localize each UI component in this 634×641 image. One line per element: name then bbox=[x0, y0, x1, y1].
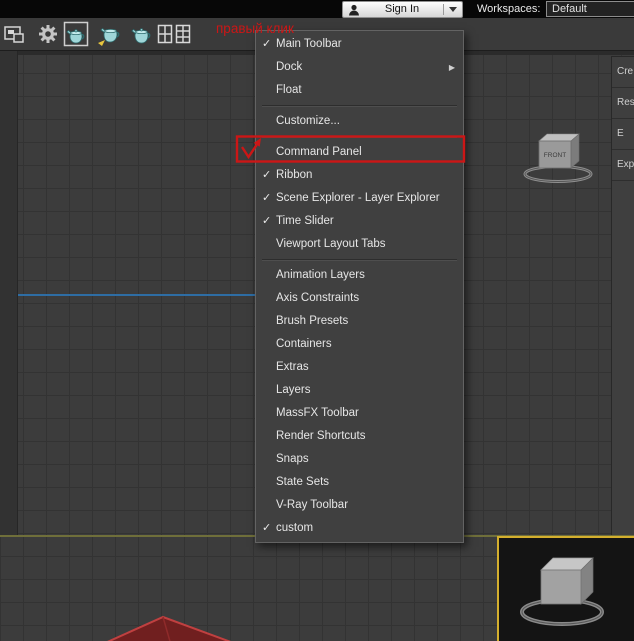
menu-item-massfx-toolbar[interactable]: MassFX Toolbar bbox=[256, 402, 463, 425]
menu-item-label: Layers bbox=[276, 384, 311, 396]
checkmark-icon: ✓ bbox=[262, 164, 271, 187]
panel-rollout[interactable]: E bbox=[612, 119, 634, 150]
layout-grid-icon-2[interactable] bbox=[174, 21, 192, 47]
menu-item-extras[interactable]: Extras bbox=[256, 356, 463, 379]
menu-item-label: State Sets bbox=[276, 476, 329, 488]
panel-rollout[interactable]: Cre bbox=[612, 57, 634, 88]
front-viewcube[interactable]: FRONT bbox=[518, 130, 598, 184]
menu-item-label: Scene Explorer - Layer Explorer bbox=[276, 192, 440, 204]
viewcube[interactable] bbox=[515, 546, 619, 638]
menu-item-label: Time Slider bbox=[276, 215, 334, 227]
menu-item-vray-toolbar[interactable]: V-Ray Toolbar bbox=[256, 494, 463, 517]
menu-item-label: Axis Constraints bbox=[276, 292, 359, 304]
menu-item-label: Dock bbox=[276, 61, 302, 73]
panel-rollout[interactable]: Res bbox=[612, 88, 634, 119]
menu-separator bbox=[262, 259, 457, 261]
menu-item-containers[interactable]: Containers bbox=[256, 333, 463, 356]
menu-item-main-toolbar[interactable]: ✓ Main Toolbar bbox=[256, 33, 463, 56]
checkmark-icon: ✓ bbox=[262, 210, 271, 233]
gear-icon[interactable] bbox=[35, 21, 61, 47]
toolbar-context-menu: ✓ Main Toolbar Dock ▶ Float Customize... C… bbox=[255, 30, 464, 543]
workspaces-label: Workspaces: bbox=[477, 3, 540, 15]
grid-axis-line bbox=[18, 294, 256, 296]
menu-separator bbox=[262, 136, 457, 138]
menu-item-customize[interactable]: Customize... bbox=[256, 110, 463, 133]
title-bar: Sign In Workspaces: Default bbox=[0, 0, 634, 18]
menu-item-scene-explorer[interactable]: ✓ Scene Explorer - Layer Explorer bbox=[256, 187, 463, 210]
workspace-selector[interactable]: Default bbox=[546, 1, 634, 17]
menu-item-label: MassFX Toolbar bbox=[276, 407, 359, 419]
menu-item-layers[interactable]: Layers bbox=[256, 379, 463, 402]
panel-rollout-label: Res bbox=[617, 97, 634, 108]
menu-item-label: Ribbon bbox=[276, 169, 312, 181]
menu-item-axis-constraints[interactable]: Axis Constraints bbox=[256, 287, 463, 310]
menu-item-snaps[interactable]: Snaps bbox=[256, 448, 463, 471]
menu-item-label: Float bbox=[276, 84, 302, 96]
menu-item-label: Brush Presets bbox=[276, 315, 348, 327]
left-dock-strip bbox=[0, 50, 18, 536]
menu-item-label: Viewport Layout Tabs bbox=[276, 238, 386, 250]
render-setup-teapot-icon[interactable] bbox=[63, 21, 89, 47]
menu-item-brush-presets[interactable]: Brush Presets bbox=[256, 310, 463, 333]
checkmark-icon: ✓ bbox=[262, 517, 271, 540]
divider bbox=[443, 4, 444, 15]
sign-in-label: Sign In bbox=[361, 2, 443, 17]
menu-item-label: Animation Layers bbox=[276, 269, 365, 281]
menu-item-label: V-Ray Toolbar bbox=[276, 499, 348, 511]
menu-item-custom[interactable]: ✓ custom bbox=[256, 517, 463, 540]
menu-item-label: Snaps bbox=[276, 453, 309, 465]
viewport-bottom-right[interactable] bbox=[497, 536, 634, 641]
front-cube-label: FRONT bbox=[544, 152, 566, 159]
menu-item-label: Containers bbox=[276, 338, 332, 350]
application-window: Cre Res E Exp FRONT ✓ Main Toolbar Dock ▶ … bbox=[0, 0, 634, 641]
menu-item-label: Extras bbox=[276, 361, 309, 373]
checkmark-icon: ✓ bbox=[262, 187, 271, 210]
panel-rollout-label: Exp bbox=[617, 159, 634, 170]
panel-rollout[interactable]: Exp bbox=[612, 150, 634, 181]
menu-item-animation-layers[interactable]: Animation Layers bbox=[256, 264, 463, 287]
scene-object-red-plane[interactable] bbox=[75, 612, 275, 641]
menu-separator bbox=[262, 105, 457, 107]
panel-rollout-label: E bbox=[617, 128, 624, 139]
menu-item-viewport-layout-tabs[interactable]: Viewport Layout Tabs bbox=[256, 233, 463, 256]
menu-item-float[interactable]: Float bbox=[256, 79, 463, 102]
menu-item-render-shortcuts[interactable]: Render Shortcuts bbox=[256, 425, 463, 448]
person-icon bbox=[347, 3, 361, 17]
menu-item-command-panel[interactable]: Command Panel bbox=[256, 141, 463, 164]
menu-item-label: Customize... bbox=[276, 115, 340, 127]
menu-item-label: Command Panel bbox=[276, 146, 362, 158]
render-teapot-icon[interactable] bbox=[128, 21, 154, 47]
menu-item-label: Main Toolbar bbox=[276, 38, 342, 50]
layout-grid-icon[interactable] bbox=[156, 21, 174, 47]
panel-rollout-label: Cre bbox=[617, 66, 633, 77]
menu-item-ribbon[interactable]: ✓ Ribbon bbox=[256, 164, 463, 187]
menu-item-time-slider[interactable]: ✓ Time Slider bbox=[256, 210, 463, 233]
render-export-teapot-icon[interactable] bbox=[96, 21, 122, 47]
window-icon[interactable] bbox=[1, 21, 27, 47]
sign-in-button[interactable]: Sign In bbox=[342, 1, 463, 18]
dropdown-arrow-icon bbox=[449, 7, 457, 12]
checkmark-icon: ✓ bbox=[262, 33, 271, 56]
menu-item-dock[interactable]: Dock ▶ bbox=[256, 56, 463, 79]
menu-item-label: custom bbox=[276, 522, 313, 534]
menu-item-label: Render Shortcuts bbox=[276, 430, 366, 442]
right-panel: Cre Res E Exp bbox=[611, 56, 634, 537]
submenu-arrow-icon: ▶ bbox=[449, 56, 455, 79]
menu-item-state-sets[interactable]: State Sets bbox=[256, 471, 463, 494]
